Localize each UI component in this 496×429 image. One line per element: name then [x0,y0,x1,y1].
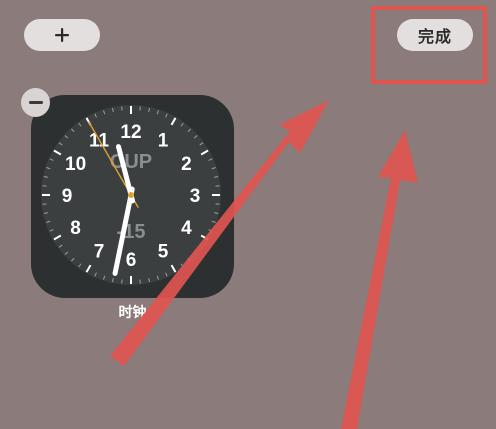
remove-widget-button[interactable] [21,88,50,117]
clock-numeral: 9 [62,186,73,207]
clock-widget[interactable]: 12 1 2 3 4 5 6 7 8 9 10 11 CUP -15 [31,95,234,298]
annotation-arrow-right [341,130,418,429]
annotation-highlight-box [371,6,487,84]
clock-center-dot [128,192,134,198]
clock-numeral: 7 [94,241,105,262]
clock-numeral: 2 [181,154,192,175]
clock-numeral: 3 [190,186,201,207]
clock-numeral: 6 [126,250,137,271]
clock-numeral: 8 [70,218,81,239]
plus-icon [55,28,69,42]
clock-numeral: 5 [158,241,169,262]
add-widget-button[interactable]: + [24,19,100,51]
home-screen-edit-mode: + 完成 121234567891011 CUP -15 时钟 [0,0,496,429]
clock-numeral: 4 [181,218,192,239]
clock-numeral: 12 [120,122,141,143]
clock-face: 12 1234567891011 CUP -15 [31,95,234,298]
widget-label: 时钟 [118,305,147,321]
minus-icon [28,101,43,104]
clock-numeral: 10 [65,154,86,175]
clock-numeral: 1 [158,131,169,152]
